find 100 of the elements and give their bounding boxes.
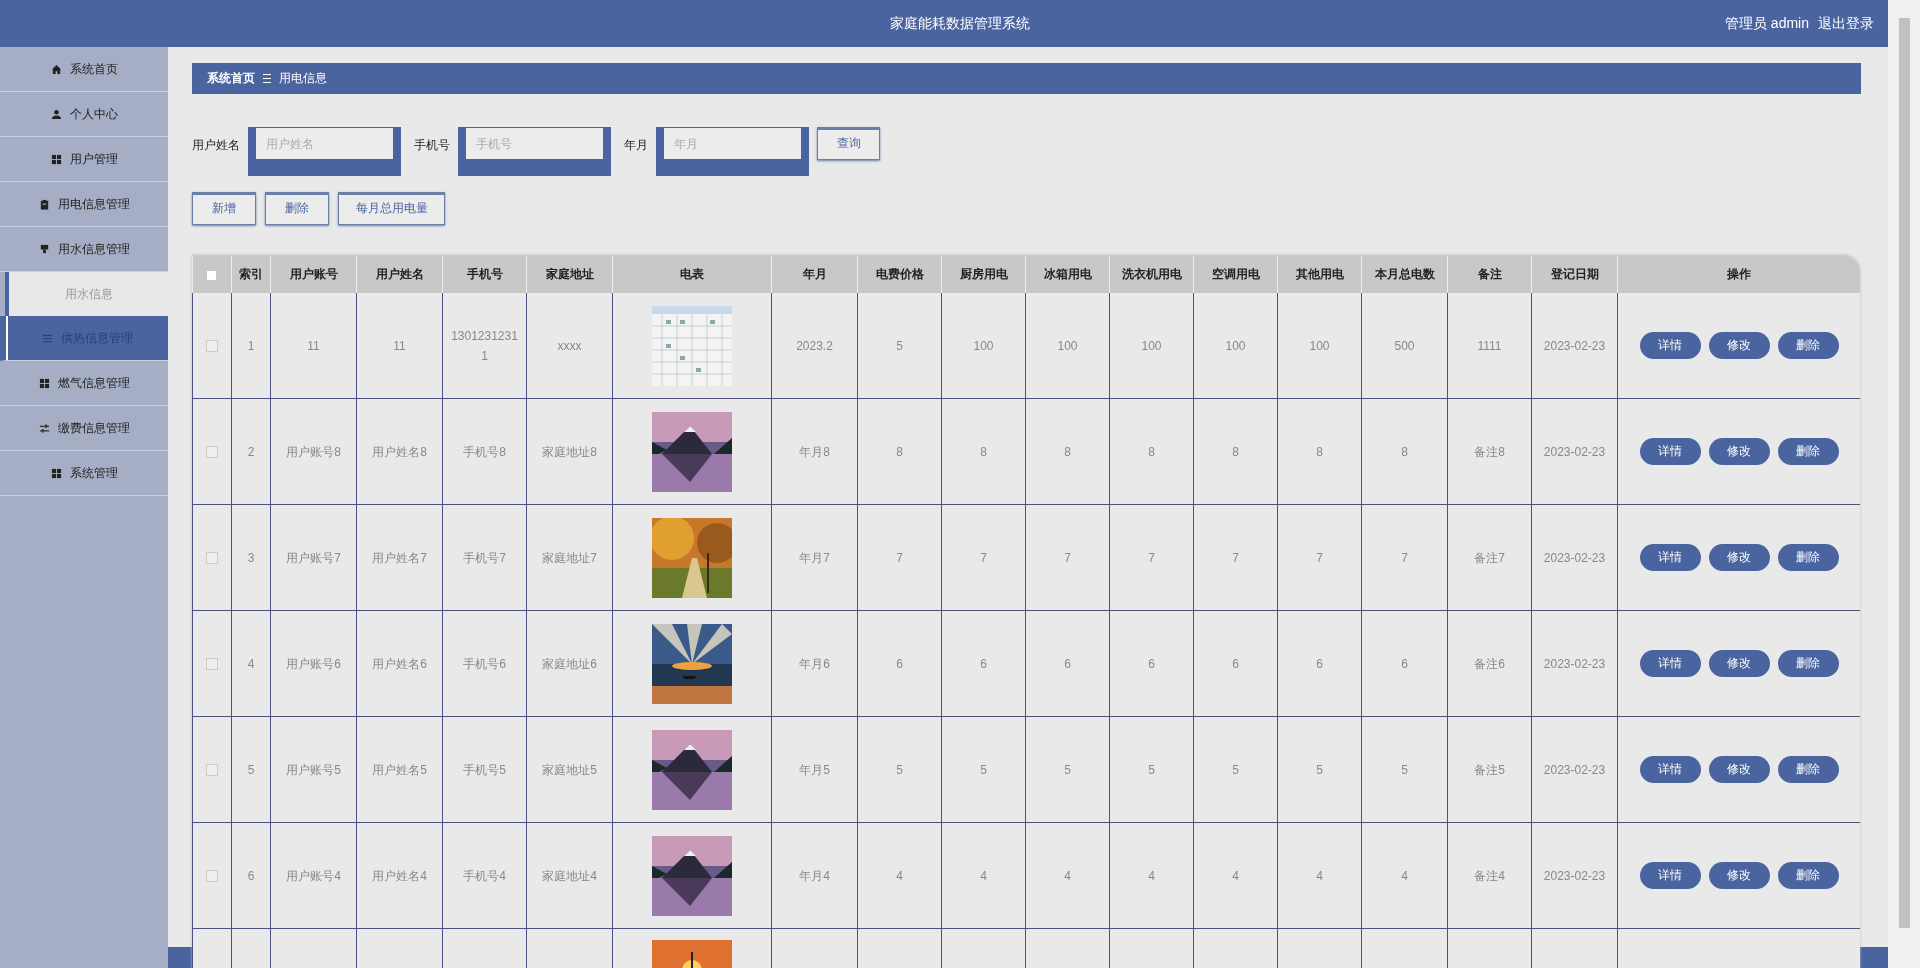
row-checkbox[interactable] [206, 870, 218, 883]
field-label: 年月 [624, 137, 648, 154]
table-cell: 用户姓名8 [372, 444, 427, 459]
table-cell: 用户姓名5 [372, 762, 427, 777]
action-button[interactable]: 新增 [192, 192, 256, 225]
table-cell: 手机号5 [463, 762, 506, 777]
row-action-button[interactable]: 详情 [1639, 756, 1701, 783]
row-action-button[interactable]: 修改 [1708, 332, 1770, 359]
table-cell: 8 [896, 444, 903, 459]
table-cell: 用户姓名6 [372, 656, 427, 671]
column-header: 用户姓名 [356, 256, 443, 293]
table-cell: 500 [1394, 338, 1415, 353]
row-action-button[interactable]: 删除 [1777, 862, 1839, 889]
table-cell: 5 [1401, 762, 1408, 777]
table-cell: 4 [1148, 868, 1155, 883]
sidebar-item-label: 用电信息管理 [57, 195, 130, 213]
row-action-button[interactable]: 详情 [1639, 862, 1701, 889]
sidebar-item[interactable]: 用户管理 [0, 137, 168, 182]
table-cell: 100 [1309, 338, 1330, 353]
table-cell: 6 [1232, 656, 1239, 671]
row-action-button[interactable]: 修改 [1708, 756, 1770, 783]
action-button[interactable]: 删除 [265, 192, 329, 225]
table-cell: 1 [247, 338, 255, 353]
row-action-button[interactable]: 删除 [1777, 544, 1839, 571]
breadcrumb-home[interactable]: 系统首页 [207, 70, 255, 87]
table-cell: 7 [1401, 550, 1408, 565]
search-field[interactable]: 手机号 [458, 127, 611, 176]
row-action-button[interactable]: 详情 [1639, 438, 1701, 465]
table-cell: 8 [1148, 444, 1155, 459]
row-action-button[interactable]: 删除 [1777, 650, 1839, 677]
table-cell: 2023-02-23 [1543, 656, 1606, 671]
column-header: 手机号 [442, 256, 527, 293]
table-cell: 4 [896, 868, 903, 883]
column-header: 年月 [771, 256, 858, 293]
column-header: 洗衣机用电 [1109, 256, 1194, 293]
row-checkbox[interactable] [206, 658, 218, 671]
table-cell: 用户账号8 [286, 444, 341, 459]
column-header: 操作 [1617, 256, 1860, 293]
table-cell: 4 [980, 868, 987, 883]
row-action-button[interactable]: 修改 [1708, 438, 1770, 465]
tap-icon [38, 243, 50, 255]
table-cell: 7 [980, 550, 987, 565]
row-action-button[interactable]: 详情 [1639, 332, 1701, 359]
table-cell: 5 [896, 338, 903, 353]
scrollbar[interactable] [1888, 0, 1920, 968]
table-cell: 年月6 [799, 656, 830, 671]
column-header: 其他用电 [1277, 256, 1362, 293]
column-header: 空调用电 [1193, 256, 1278, 293]
table-cell: 13012312311 [451, 328, 518, 363]
list-icon [41, 332, 53, 344]
sidebar-item[interactable]: 系统首页 [0, 47, 168, 92]
row-checkbox[interactable] [206, 446, 218, 459]
table-cell: 5 [1148, 762, 1155, 777]
table-cell: 年月7 [799, 550, 830, 565]
select-all-checkbox[interactable] [207, 270, 217, 280]
column-header: 电表 [612, 256, 772, 293]
row-action-button[interactable]: 删除 [1777, 332, 1839, 359]
sidebar-item[interactable]: 用电信息管理 [0, 182, 168, 227]
table-cell: 4 [247, 656, 255, 671]
query-button[interactable]: 查询 [817, 127, 880, 160]
row-action-button[interactable]: 删除 [1777, 438, 1839, 465]
table-cell: 7 [1148, 550, 1155, 565]
search-field[interactable]: 年月 [656, 127, 809, 176]
sidebar-item[interactable]: 系统管理 [0, 451, 168, 496]
row-checkbox[interactable] [206, 552, 218, 565]
table-cell: 手机号7 [463, 550, 506, 565]
table-cell: 7 [1232, 550, 1239, 565]
table-cell: 家庭地址7 [542, 550, 597, 565]
sidebar-item[interactable]: 燃气信息管理 [0, 361, 168, 406]
sliders-icon [38, 422, 50, 434]
column-header: 厨房用电 [941, 256, 1026, 293]
table-cell: 6 [1316, 656, 1323, 671]
row-action-button[interactable]: 修改 [1708, 862, 1770, 889]
table-cell: 6 [1148, 656, 1155, 671]
sidebar-item[interactable]: 缴费信息管理 [0, 406, 168, 451]
column-header: 电费价格 [857, 256, 942, 293]
sidebar-item-label: 用户管理 [69, 150, 118, 168]
logout-link[interactable]: 退出登录 [1818, 14, 1874, 33]
column-header: 本月总电数 [1361, 256, 1448, 293]
table-cell: 备注6 [1474, 656, 1505, 671]
action-button[interactable]: 每月总用电量 [338, 192, 445, 225]
table-cell: 2023-02-23 [1543, 550, 1606, 565]
table-cell: 5 [1232, 762, 1239, 777]
table-cell: 备注5 [1474, 762, 1505, 777]
table-cell: 6 [247, 868, 255, 883]
row-checkbox[interactable] [206, 340, 218, 353]
table-cell: 6 [1064, 656, 1071, 671]
clipboard-icon [38, 198, 50, 210]
row-action-button[interactable]: 详情 [1639, 650, 1701, 677]
row-action-button[interactable]: 修改 [1708, 650, 1770, 677]
sidebar-item-label: 个人中心 [69, 105, 118, 123]
sidebar-item[interactable]: 个人中心 [0, 92, 168, 137]
row-action-button[interactable]: 修改 [1708, 544, 1770, 571]
row-action-button[interactable]: 删除 [1777, 756, 1839, 783]
row-checkbox[interactable] [206, 764, 218, 777]
table-cell: 用户账号7 [286, 550, 341, 565]
grid-icon [50, 153, 62, 165]
row-action-button[interactable]: 详情 [1639, 544, 1701, 571]
search-field[interactable]: 用户姓名 [248, 127, 401, 176]
table-cell: 用户账号4 [286, 868, 341, 883]
